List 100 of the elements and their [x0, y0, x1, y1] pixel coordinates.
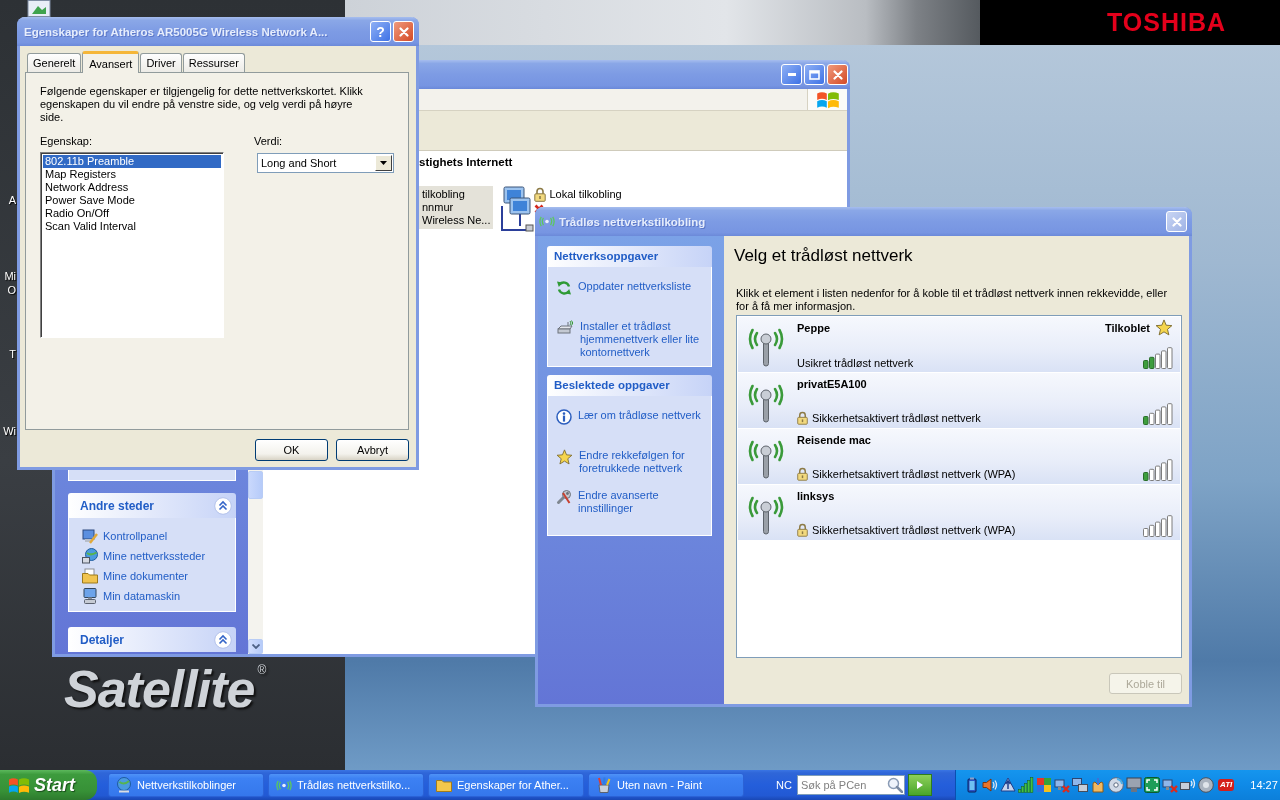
tools-icon: [556, 489, 572, 505]
description-text: Følgende egenskaper er tilgjengelig for dette nettverkskortet. Klikk egenskapen du vil endre på venstre side, og velg verdi på høyre side.: [40, 85, 364, 124]
property-item[interactable]: Map Registers: [43, 168, 221, 181]
four-squares-icon[interactable]: [1036, 777, 1052, 793]
maximize-icon: [809, 69, 820, 80]
search-icon[interactable]: [886, 777, 903, 793]
desktop-shortcut-icon[interactable]: [27, 0, 51, 17]
start-button[interactable]: Start: [0, 770, 97, 800]
network-name: linksys: [797, 490, 835, 503]
close-button[interactable]: [393, 21, 414, 42]
network-name: Reisende mac: [797, 434, 871, 447]
minimize-button[interactable]: [781, 64, 802, 85]
bag-arrow-icon[interactable]: [1090, 777, 1106, 793]
taskbar-button[interactable]: Uten navn - Paint: [588, 773, 744, 797]
info-icon: [556, 409, 572, 425]
wireless-computer-icon[interactable]: [1180, 777, 1196, 793]
task-link[interactable]: Mine dokumenter: [82, 566, 227, 586]
network-name: privatE5A100: [797, 378, 867, 391]
wireless-waves-icon: [539, 216, 555, 227]
task-group-header[interactable]: Andre steder: [68, 493, 236, 518]
task-link[interactable]: Lær om trådløse nettverk: [556, 409, 709, 449]
minimize-icon: [787, 73, 796, 76]
network-cross-icon[interactable]: [1162, 777, 1178, 793]
dropdown-arrow-icon: [380, 161, 387, 165]
close-icon: [398, 26, 409, 37]
network-row[interactable]: privatE5A100 Sikkerhetsaktivert trådløst nettverk: [738, 373, 1180, 428]
play-arrow-icon: [916, 781, 923, 789]
scroll-down-button[interactable]: [248, 639, 263, 654]
triangle-arrow-icon[interactable]: [1000, 777, 1016, 793]
task-link[interactable]: Kontrollpanel: [82, 526, 227, 546]
property-item[interactable]: Radio On/Off: [43, 207, 221, 220]
desktop-icon-label[interactable]: Mi O: [4, 269, 16, 297]
property-item[interactable]: Power Save Mode: [43, 194, 221, 207]
globe-computer-icon: [82, 548, 98, 564]
antenna-icon: [747, 383, 785, 423]
taskbar-button[interactable]: Nettverkstilkoblinger: [108, 773, 264, 797]
task-link[interactable]: Oppdater nettverksliste: [556, 280, 709, 320]
connection-label[interactable]: tilkobling nnmur Wireless Ne...: [419, 186, 494, 229]
fullscreen-icon[interactable]: [1144, 777, 1160, 793]
go-button[interactable]: [907, 774, 932, 796]
speaker-icon[interactable]: [982, 777, 998, 793]
knob-icon[interactable]: [1198, 777, 1214, 793]
task-link[interactable]: Endre avanserte innstillinger: [556, 489, 709, 529]
task-link[interactable]: Mine nettverkssteder: [82, 546, 227, 566]
network-description: Usikret trådløst nettverk: [797, 357, 914, 369]
double-chevron-up-icon[interactable]: [214, 496, 232, 515]
dropdown-button[interactable]: [375, 155, 392, 171]
window-title: Egenskaper for Atheros AR5005G Wireless Network A...: [24, 25, 329, 38]
tab[interactable]: Generelt: [27, 53, 82, 72]
tab[interactable]: Ressurser: [182, 53, 245, 72]
folder-icon: [436, 778, 452, 792]
desktop-icon-label[interactable]: Wi: [3, 424, 16, 438]
tab[interactable]: Avansert: [82, 51, 140, 73]
network-computers-icon: [498, 186, 535, 234]
network-row[interactable]: Peppe Usikret trådløst nettverk Tilkoblet: [738, 317, 1180, 372]
disc-icon[interactable]: [1108, 777, 1124, 793]
network-row[interactable]: linksys Sikkerhetsaktivert trådløst nettverk (WPA): [738, 485, 1180, 540]
search-field[interactable]: Søk på PCen: [796, 775, 905, 795]
flag-icon: [816, 90, 839, 109]
property-item[interactable]: Network Address: [43, 181, 221, 194]
taskbar-button[interactable]: Trådløs nettverkstilko...: [268, 773, 424, 797]
page-heading: Velg et trådløst nettverk: [734, 246, 914, 266]
network-description: Sikkerhetsaktivert trådløst nettverk (WPA): [812, 524, 1016, 536]
window-title: Trådløs nettverkstilkobling: [559, 215, 707, 228]
star-icon: [556, 449, 573, 465]
maximize-button[interactable]: [804, 64, 825, 85]
task-link[interactable]: Min datamaskin: [82, 586, 227, 606]
paint-brushes-icon: [596, 777, 612, 793]
tray-logo[interactable]: ATI: [1218, 779, 1235, 791]
taskbar-button[interactable]: Egenskaper for Ather...: [428, 773, 584, 797]
network-cross-icon[interactable]: [1054, 777, 1070, 793]
task-link[interactable]: Installer et trådløst hjemmenettverk eller lite kontornettverk: [556, 320, 709, 360]
satellite-logo: Satellite$^{®}$: [64, 660, 267, 718]
antenna-icon: [747, 327, 785, 367]
network-name: Peppe: [797, 322, 830, 335]
clock[interactable]: 14:27: [1250, 779, 1278, 791]
tab[interactable]: Driver: [140, 53, 182, 72]
desktop-icon-label[interactable]: A: [8, 193, 16, 207]
field-label: Egenskap:: [40, 135, 93, 148]
antenna-icon: [747, 495, 785, 535]
value-dropdown[interactable]: Long and Short: [257, 153, 394, 173]
globe-icon: [116, 777, 132, 793]
desktop-icon-label[interactable]: T: [9, 347, 16, 361]
field-label: Verdi:: [254, 135, 284, 148]
task-group-header[interactable]: Detaljer: [68, 627, 236, 652]
two-screens-icon[interactable]: [1072, 777, 1088, 793]
folder-documents-icon: [82, 568, 98, 584]
scrollbar-thumb[interactable]: [248, 471, 263, 499]
ok-button[interactable]: OK: [255, 439, 328, 461]
property-item[interactable]: 802.11b Preamble: [43, 155, 221, 168]
property-item[interactable]: Scan Valid Interval: [43, 220, 221, 233]
network-row[interactable]: Reisende mac Sikkerhetsaktivert trådløst nettverk (WPA): [738, 429, 1180, 484]
task-group-title: Beslektede oppgaver: [547, 375, 712, 396]
battery-icon[interactable]: [964, 777, 980, 793]
task-link[interactable]: Endre rekkefølgen for foretrukkede nettverk: [556, 449, 709, 489]
close-button[interactable]: [827, 64, 848, 85]
instruction-text: Klikk et element i listen nedenfor for å koble til et trådløst nettverk innen rekkevidde, eller for å få mer informasjon.: [736, 287, 1169, 312]
double-chevron-up-icon[interactable]: [214, 630, 232, 649]
cancel-button[interactable]: Avbryt: [336, 439, 409, 461]
connection-label[interactable]: Lokal tilkobling: [546, 186, 625, 203]
